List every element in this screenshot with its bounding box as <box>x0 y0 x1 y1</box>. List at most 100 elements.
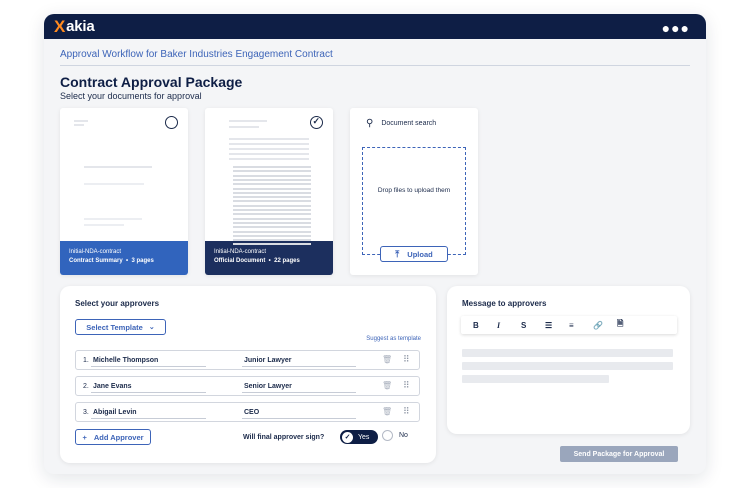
document-preview-line <box>233 166 311 168</box>
drop-hint: Drop files to upload them <box>377 187 451 194</box>
message-title: Message to approvers <box>462 299 547 308</box>
drop-zone[interactable]: Drop files to upload them <box>362 147 466 255</box>
document-name: Initial-NDA-contract <box>214 249 267 255</box>
breadcrumb[interactable]: Approval Workflow for Baker Industries E… <box>60 49 333 60</box>
document-preview-line <box>229 126 259 128</box>
message-text-line[interactable] <box>462 375 609 383</box>
upload-button[interactable]: ⤒ Upload <box>380 246 448 262</box>
approver-role-field[interactable]: CEO <box>242 405 356 419</box>
document-preview-line <box>233 221 311 224</box>
select-template-button[interactable]: Select Template ⌄ <box>75 319 166 335</box>
upload-label: Upload <box>407 249 433 259</box>
document-preview-line <box>233 200 311 203</box>
document-preview-line <box>233 196 311 199</box>
upload-card: ⚲ Document search Drop files to upload t… <box>350 108 478 275</box>
logo-text: akia <box>66 18 95 35</box>
send-package-button[interactable]: Send Package for Approval <box>560 446 678 462</box>
document-preview-line <box>229 158 309 160</box>
document-card[interactable]: Initial-NDA-contract Official Document •… <box>205 108 333 275</box>
message-text-line[interactable] <box>462 349 673 357</box>
trash-icon[interactable]: 🗑 <box>382 355 392 364</box>
document-preview-line <box>229 143 309 145</box>
document-search[interactable]: ⚲ Document search <box>366 118 436 129</box>
numbered-list-icon[interactable]: ☰ <box>545 321 569 330</box>
document-preview-line <box>233 191 311 194</box>
drag-handle-icon[interactable]: ⠿ <box>403 354 410 365</box>
upload-icon: ⤒ <box>395 248 400 259</box>
document-preview-line <box>229 120 267 122</box>
yes-label: Yes <box>358 433 370 441</box>
search-icon: ⚲ <box>366 118 374 129</box>
radio-empty-icon <box>382 430 393 441</box>
link-icon[interactable]: 🔗 <box>593 321 617 330</box>
select-template-label: Select Template <box>86 322 143 332</box>
trash-icon[interactable]: 🗑 <box>382 407 392 416</box>
document-preview-line <box>233 174 311 177</box>
approver-role-field[interactable]: Junior Lawyer <box>242 353 356 367</box>
approver-name-field[interactable]: Jane Evans <box>91 379 206 393</box>
app-window: X akia ●●● Approval Workflow for Baker I… <box>44 14 706 474</box>
document-preview-line <box>233 243 311 246</box>
approver-row: 2. Jane Evans Senior Lawyer 🗑 ⠿ <box>75 376 420 396</box>
formatting-toolbar: B I S ☰ ≡ 🔗 🗎 <box>461 316 677 334</box>
document-name: Initial-NDA-contract <box>69 249 122 255</box>
search-placeholder: Document search <box>381 120 437 127</box>
trash-icon[interactable]: 🗑 <box>382 381 392 390</box>
bold-icon[interactable]: B <box>473 321 497 330</box>
document-preview-line <box>229 153 309 155</box>
suggest-template-link[interactable]: Suggest as template <box>366 336 421 342</box>
message-text-line[interactable] <box>462 362 673 370</box>
check-icon: ✓ <box>342 431 353 443</box>
document-footer: Initial-NDA-contract Contract Summary • … <box>60 241 188 275</box>
message-panel: Message to approvers B I S ☰ ≡ 🔗 🗎 <box>447 286 690 434</box>
document-preview-line <box>233 183 311 186</box>
logo-mark: X <box>54 16 66 36</box>
document-preview-line <box>233 217 311 220</box>
document-preview-line <box>233 209 311 211</box>
document-preview-line <box>233 226 311 229</box>
top-bar: X akia ●●● <box>44 14 706 39</box>
no-option[interactable]: No <box>382 430 408 441</box>
approver-row: 3. Abigail Levin CEO 🗑 ⠿ <box>75 402 420 422</box>
strikethrough-icon[interactable]: S <box>521 321 545 330</box>
approvers-panel: Select your approvers Select Template ⌄ … <box>60 286 436 463</box>
document-preview-line <box>233 170 311 173</box>
approver-role-field[interactable]: Senior Lawyer <box>242 379 356 393</box>
sign-question: Will final approver sign? <box>243 434 325 441</box>
attachment-icon[interactable]: 🗎 <box>617 318 641 332</box>
row-number: 1. <box>83 357 89 364</box>
document-preview-line <box>233 187 311 190</box>
xakia-logo[interactable]: X akia <box>54 17 95 36</box>
document-preview-line <box>233 213 311 216</box>
approvers-title: Select your approvers <box>75 299 160 308</box>
document-card[interactable]: Initial-NDA-contract Contract Summary • … <box>60 108 188 275</box>
document-preview-line <box>233 234 311 237</box>
italic-icon[interactable]: I <box>497 321 521 330</box>
selected-check-icon[interactable] <box>310 116 323 129</box>
plus-icon: + <box>82 432 87 442</box>
document-preview-line <box>233 178 311 181</box>
drag-handle-icon[interactable]: ⠿ <box>403 380 410 391</box>
divider <box>60 65 690 66</box>
approver-name-field[interactable]: Abigail Levin <box>91 405 206 419</box>
page-title: Contract Approval Package <box>60 74 243 90</box>
document-preview-line <box>233 239 311 242</box>
add-approver-button[interactable]: + Add Approver <box>75 429 151 445</box>
select-radio[interactable] <box>165 116 178 129</box>
document-preview-line <box>229 138 309 140</box>
more-dots-icon[interactable]: ●●● <box>662 20 690 36</box>
document-meta: Official Document • 22 pages <box>214 258 300 264</box>
page-subtitle: Select your documents for approval <box>60 91 202 101</box>
approver-name-field[interactable]: Michelle Thompson <box>91 353 206 367</box>
bullet-list-icon[interactable]: ≡ <box>569 321 593 330</box>
no-label: No <box>399 432 408 439</box>
drag-handle-icon[interactable]: ⠿ <box>403 406 410 417</box>
document-preview-line <box>229 148 309 150</box>
row-number: 3. <box>83 409 89 416</box>
add-approver-label: Add Approver <box>93 432 144 442</box>
document-preview-line <box>233 204 311 207</box>
yes-option[interactable]: ✓ Yes <box>340 430 378 444</box>
document-meta: Contract Summary • 3 pages <box>69 258 154 264</box>
row-number: 2. <box>83 383 89 390</box>
document-footer: Initial-NDA-contract Official Document •… <box>205 241 333 275</box>
